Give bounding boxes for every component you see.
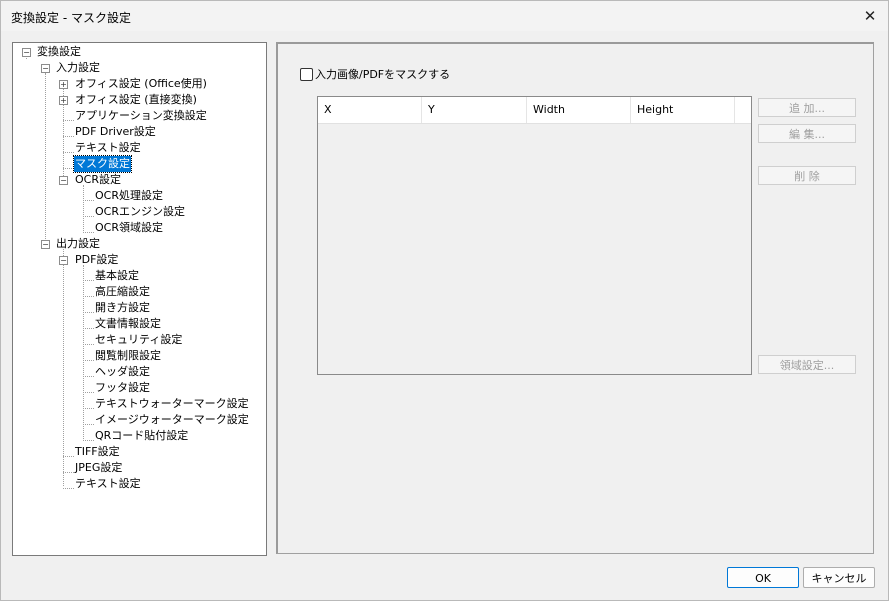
tree-line [83, 232, 94, 233]
tree-line [83, 344, 94, 345]
tree-item-pdf-driver[interactable]: PDF Driver設定 [75, 124, 156, 140]
tree-item-text-output[interactable]: テキスト設定 [75, 476, 141, 492]
cancel-button[interactable]: キャンセル [803, 567, 875, 588]
title-bar: 変換設定 - マスク設定 ✕ [1, 1, 888, 31]
area-settings-button[interactable]: 領域設定... [758, 355, 856, 374]
mask-area-list[interactable]: X Y Width Height [317, 96, 752, 375]
tree-line [83, 424, 94, 425]
tree-line [63, 152, 74, 153]
tree-item-text-input[interactable]: テキスト設定 [75, 140, 141, 156]
tree-line [63, 488, 74, 489]
window-title: 変換設定 - マスク設定 [11, 11, 131, 25]
tree-line [83, 200, 94, 201]
tree-item-basic[interactable]: 基本設定 [95, 268, 139, 284]
tree-item-ocr[interactable]: OCR設定 [75, 172, 121, 188]
tree-item-image-watermark[interactable]: イメージウォーターマーク設定 [95, 412, 249, 428]
tree-item-ocr-area[interactable]: OCR領域設定 [95, 220, 163, 236]
tree-item-jpeg[interactable]: JPEG設定 [75, 460, 122, 476]
tree-item-convert-settings[interactable]: 変換設定 [37, 44, 81, 60]
tree-item-tiff[interactable]: TIFF設定 [75, 444, 120, 460]
tree-item-mask-selected[interactable]: マスク設定 [73, 155, 132, 173]
tree-line [63, 472, 74, 473]
mask-checkbox-label[interactable]: 入力画像/PDFをマスクする [315, 67, 450, 83]
delete-button[interactable]: 削 除 [758, 166, 856, 185]
expand-icon[interactable]: + [59, 80, 68, 89]
collapse-icon[interactable]: − [41, 64, 50, 73]
tree-line [63, 456, 74, 457]
tree-line [63, 249, 64, 486]
settings-tree[interactable]: − − + + − − − 変換設定 入力設定 オフィス設定 (Office使用… [12, 42, 267, 556]
tree-line [83, 312, 94, 313]
expand-icon[interactable]: + [59, 96, 68, 105]
tree-item-ocr-engine[interactable]: OCRエンジン設定 [95, 204, 185, 220]
tree-item-text-watermark[interactable]: テキストウォーターマーク設定 [95, 396, 249, 412]
collapse-icon[interactable]: − [22, 48, 31, 57]
tree-line [45, 73, 46, 243]
tree-item-qr-code[interactable]: QRコード貼付設定 [95, 428, 188, 444]
tree-line [83, 185, 84, 231]
tree-line [83, 328, 94, 329]
tree-item-open[interactable]: 開き方設定 [95, 300, 150, 316]
collapse-icon[interactable]: − [59, 256, 68, 265]
tree-item-output-settings[interactable]: 出力設定 [56, 236, 100, 252]
collapse-icon[interactable]: − [59, 176, 68, 185]
tree-line [83, 360, 94, 361]
tree-item-doc-info[interactable]: 文書情報設定 [95, 316, 161, 332]
add-button[interactable]: 追 加... [758, 98, 856, 117]
column-header-width[interactable]: Width [527, 97, 631, 123]
tree-item-header[interactable]: ヘッダ設定 [95, 364, 150, 380]
tree-item-pdf[interactable]: PDF設定 [75, 252, 118, 268]
list-header: X Y Width Height [318, 97, 751, 124]
column-header-y[interactable]: Y [422, 97, 527, 123]
tree-line [83, 216, 94, 217]
ok-button[interactable]: OK [727, 567, 799, 588]
tree-line [83, 392, 94, 393]
tree-item-security[interactable]: セキュリティ設定 [95, 332, 182, 348]
tree-line [83, 265, 84, 439]
tree-line [83, 376, 94, 377]
tree-line [63, 120, 74, 121]
tree-line [63, 136, 74, 137]
tree-item-footer[interactable]: フッタ設定 [95, 380, 150, 396]
tree-line [83, 296, 94, 297]
tree-line [83, 440, 94, 441]
column-header-height[interactable]: Height [631, 97, 735, 123]
tree-item-ocr-processing[interactable]: OCR処理設定 [95, 188, 163, 204]
tree-line [63, 168, 74, 169]
tree-item-application[interactable]: アプリケーション変換設定 [75, 108, 207, 124]
tree-item-view-limit[interactable]: 閲覧制限設定 [95, 348, 161, 364]
edit-button[interactable]: 編 集... [758, 124, 856, 143]
tree-item-office-direct[interactable]: オフィス設定 (直接変換) [75, 92, 197, 108]
tree-item-input-settings[interactable]: 入力設定 [56, 60, 100, 76]
collapse-icon[interactable]: − [41, 240, 50, 249]
tree-line [83, 280, 94, 281]
tree-item-office-use[interactable]: オフィス設定 (Office使用) [75, 76, 207, 92]
column-header-x[interactable]: X [318, 97, 422, 123]
mask-checkbox[interactable] [300, 68, 313, 81]
close-icon[interactable]: ✕ [858, 4, 882, 28]
tree-item-compression[interactable]: 高圧縮設定 [95, 284, 150, 300]
tree-line [83, 408, 94, 409]
